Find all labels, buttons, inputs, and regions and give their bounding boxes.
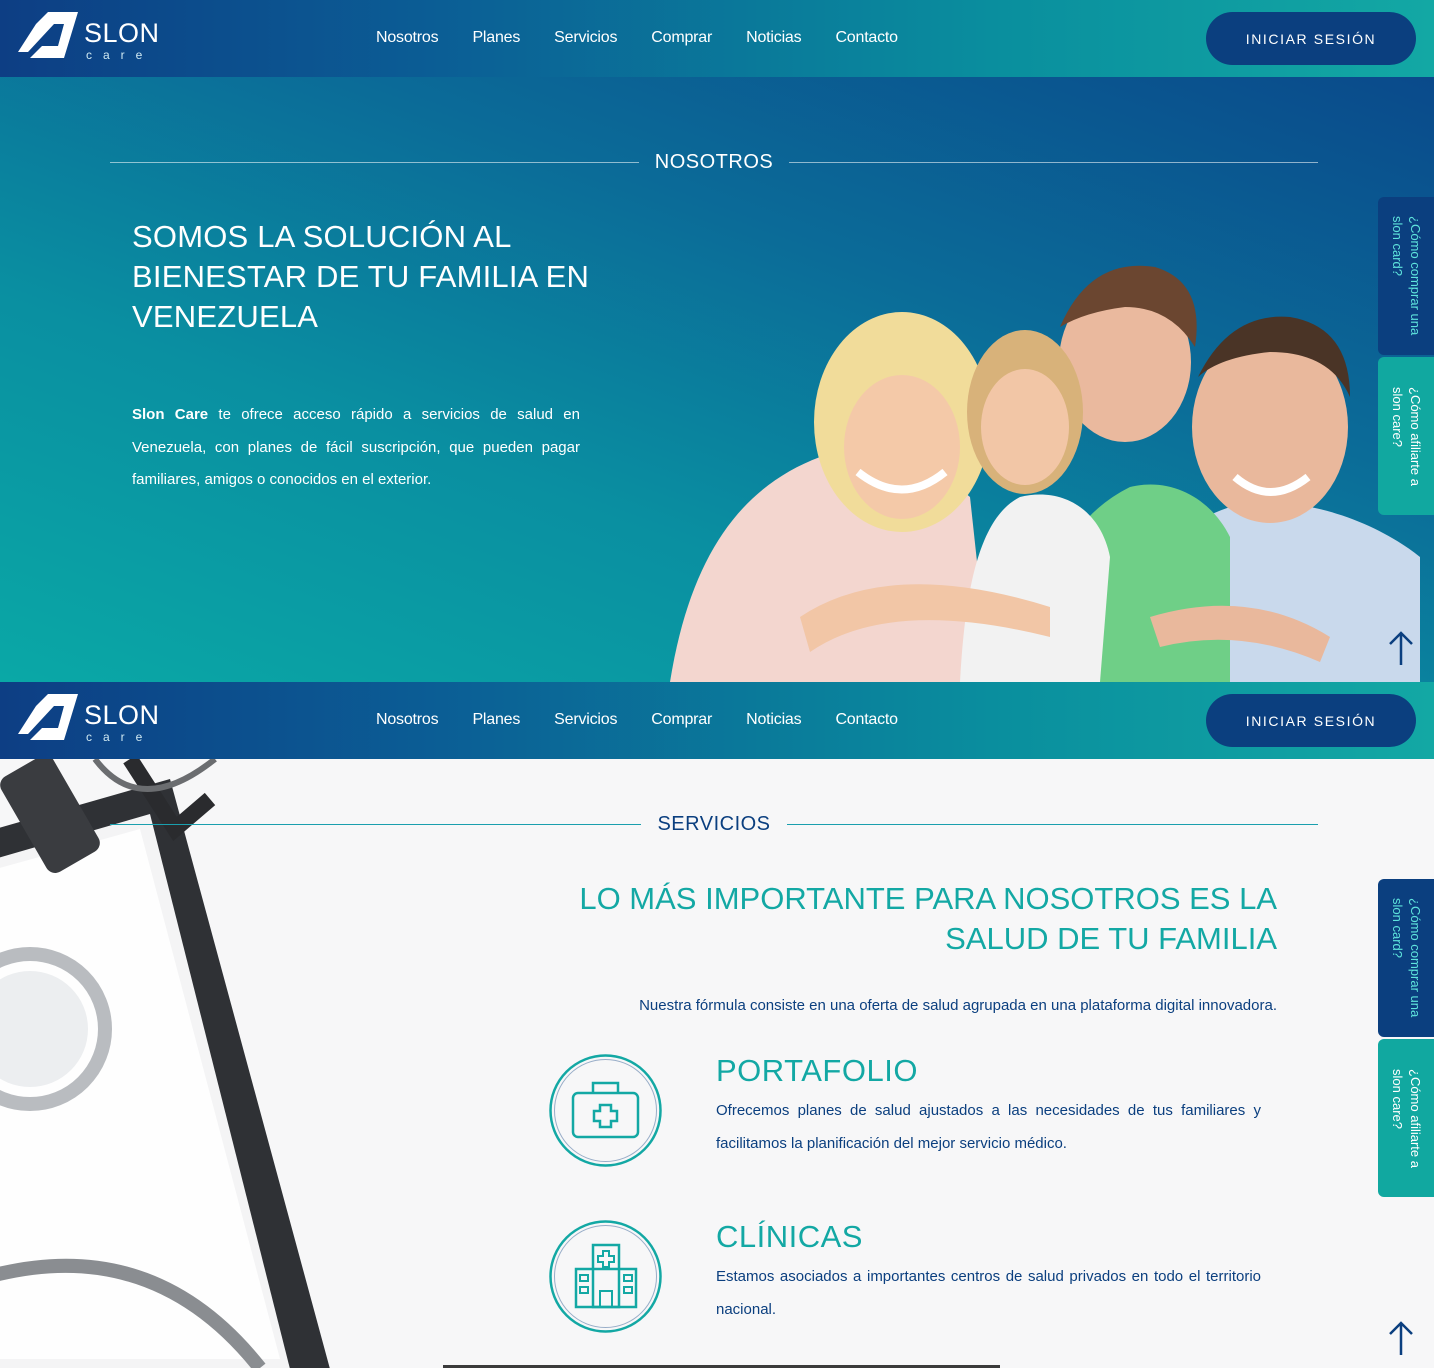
section-title-text: SERVICIOS xyxy=(657,812,771,835)
how-to-affiliate-label: ¿Cómo afiliarte a slon care? xyxy=(1390,386,1423,486)
nav-nosotros[interactable]: Nosotros xyxy=(376,29,439,47)
hero-section: NOSOTROS SOMOS LA SOLUCIÓN AL BIENESTAR … xyxy=(0,77,1434,682)
logo-wordmark: SLON xyxy=(84,700,160,730)
login-button[interactable]: INICIAR SESIÓN xyxy=(1206,694,1416,747)
feature-text: Estamos asociados a importantes centros … xyxy=(716,1268,1261,1318)
hospital-icon xyxy=(549,1220,662,1333)
logo-subtitle: care xyxy=(86,48,154,62)
nav-contacto[interactable]: Contacto xyxy=(835,711,898,729)
nav-comprar[interactable]: Comprar xyxy=(651,711,712,729)
main-nav: Nosotros Planes Servicios Comprar Notici… xyxy=(376,711,898,729)
section-title-nosotros: NOSOTROS xyxy=(110,147,1319,177)
feature-portafolio: PORTAFOLIO Ofrecemos planes de salud aju… xyxy=(548,1053,1268,1173)
how-to-buy-slon-card-tab[interactable]: ¿Cómo comprar una slon card? xyxy=(1378,879,1434,1037)
nav-nosotros[interactable]: Nosotros xyxy=(376,711,439,729)
section-title-servicios: SERVICIOS xyxy=(110,809,1318,839)
divider-line xyxy=(789,161,1319,163)
nav-noticias[interactable]: Noticias xyxy=(746,29,802,47)
nav-noticias[interactable]: Noticias xyxy=(746,711,802,729)
how-to-buy-label: ¿Cómo comprar una slon card? xyxy=(1390,898,1423,1018)
logo-subtitle: care xyxy=(86,730,154,744)
how-to-buy-label: ¿Cómo comprar una slon card? xyxy=(1390,216,1423,336)
how-to-affiliate-label: ¿Cómo afiliarte a slon care? xyxy=(1390,1068,1423,1168)
slon-care-logo[interactable]: SLON care xyxy=(18,12,168,64)
login-button[interactable]: INICIAR SESIÓN xyxy=(1206,12,1416,65)
hero-description: Slon Care te ofrece acceso rápido a serv… xyxy=(132,399,580,497)
logo-mark-icon xyxy=(18,694,78,740)
divider-line xyxy=(110,161,639,163)
how-to-affiliate-tab[interactable]: ¿Cómo afiliarte a slon care? xyxy=(1378,357,1434,515)
main-nav: Nosotros Planes Servicios Comprar Notici… xyxy=(376,29,898,47)
feature-title: CLÍNICAS xyxy=(716,1219,863,1254)
slon-care-logo[interactable]: SLON care xyxy=(18,694,168,746)
feature-clinicas: CLÍNICAS Estamos asociados a importantes… xyxy=(548,1219,1268,1339)
logo-mark-icon xyxy=(18,12,78,58)
nav-comprar[interactable]: Comprar xyxy=(651,29,712,47)
feature-title: PORTAFOLIO xyxy=(716,1053,918,1088)
services-heading: LO MÁS IMPORTANTE PARA NOSOTROS ES LA SA… xyxy=(579,881,1277,956)
nav-servicios[interactable]: Servicios xyxy=(554,29,617,47)
how-to-buy-slon-card-tab[interactable]: ¿Cómo comprar una slon card? xyxy=(1378,197,1434,355)
sticky-header: SLON care Nosotros Planes Servicios Comp… xyxy=(0,682,1434,759)
scroll-to-top-arrow-icon[interactable] xyxy=(1386,629,1416,667)
nav-planes[interactable]: Planes xyxy=(472,29,520,47)
family-photo xyxy=(670,265,1420,682)
brand-mention: Slon Care xyxy=(132,406,209,423)
first-aid-kit-icon xyxy=(549,1054,662,1167)
top-header: SLON care Nosotros Planes Servicios Comp… xyxy=(0,0,1434,77)
logo-wordmark: SLON xyxy=(84,18,160,48)
services-subtitle: Nuestra fórmula consiste en una oferta d… xyxy=(639,997,1277,1014)
scroll-to-top-arrow-icon[interactable] xyxy=(1386,1319,1416,1357)
feature-text: Ofrecemos planes de salud ajustados a la… xyxy=(716,1102,1261,1152)
divider-line xyxy=(786,823,1318,825)
divider-line xyxy=(110,823,642,825)
nav-contacto[interactable]: Contacto xyxy=(835,29,898,47)
how-to-affiliate-tab[interactable]: ¿Cómo afiliarte a slon care? xyxy=(1378,1039,1434,1197)
section-title-text: NOSOTROS xyxy=(654,150,774,173)
hero-heading: SOMOS LA SOLUCIÓN AL BIENESTAR DE TU FAM… xyxy=(132,219,590,334)
services-section: SERVICIOS LO MÁS IMPORTANTE PARA NOSOTRO… xyxy=(0,759,1434,1368)
nav-planes[interactable]: Planes xyxy=(472,711,520,729)
clipboard-stethoscope-image xyxy=(0,759,330,1368)
nav-servicios[interactable]: Servicios xyxy=(554,711,617,729)
